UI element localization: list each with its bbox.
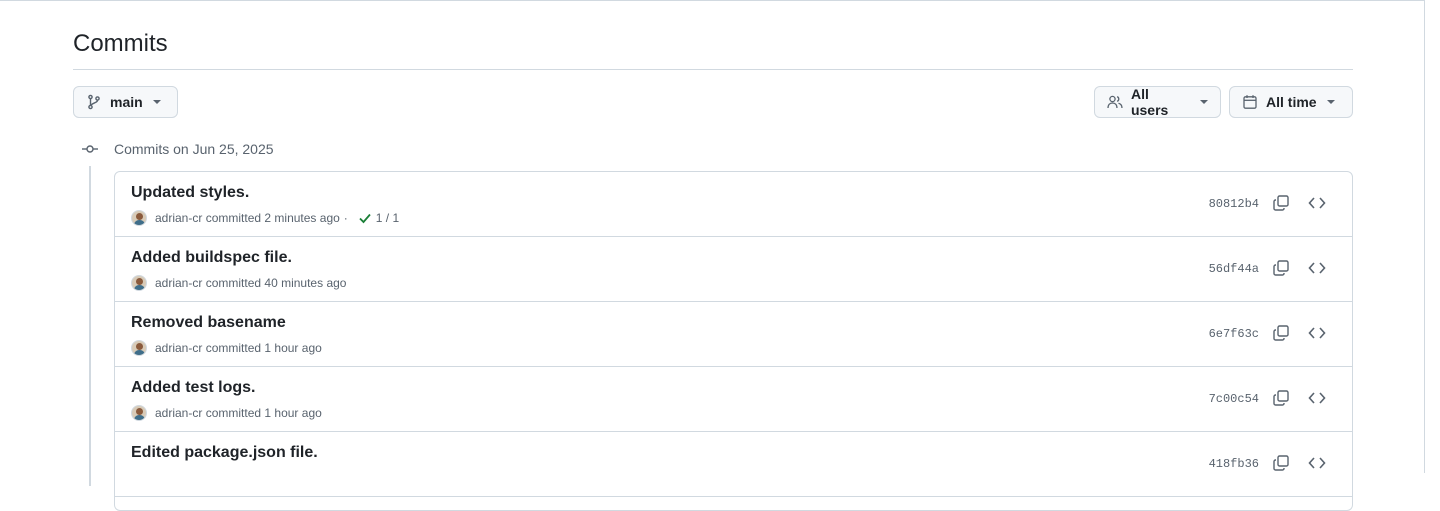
meta-separator: · <box>343 211 348 225</box>
commit-message[interactable]: Added buildspec file. <box>131 249 292 267</box>
commit-meta: adrian-cr committed 40 minutes ago <box>131 274 346 292</box>
commit-row[interactable]: Edited package.json file. 418fb36 <box>115 432 1352 497</box>
commit-sha[interactable]: 418fb36 <box>1209 457 1259 471</box>
commit-group-date: Commits on Jun 25, 2025 <box>114 141 274 157</box>
code-icon[interactable] <box>1308 194 1326 212</box>
commit-message[interactable]: Removed basename <box>131 314 286 332</box>
chevron-down-icon <box>1200 100 1208 104</box>
avatar[interactable] <box>131 405 147 421</box>
commit-row[interactable]: Added test logs. adrian-cr committed 1 h… <box>115 367 1352 432</box>
commit-time[interactable]: 1 hour ago <box>264 341 321 355</box>
users-filter-label: All users <box>1130 86 1169 118</box>
avatar[interactable] <box>131 210 147 226</box>
git-commit-icon <box>82 145 98 153</box>
avatar[interactable] <box>131 275 147 291</box>
commit-time[interactable]: 2 minutes ago <box>264 211 339 225</box>
code-icon[interactable] <box>1308 389 1326 407</box>
commit-meta: adrian-cr committed 1 hour ago <box>131 404 322 422</box>
commit-message[interactable]: Added test logs. <box>131 379 255 397</box>
title-divider <box>73 69 1353 70</box>
people-icon <box>1107 95 1123 109</box>
commit-author[interactable]: adrian-cr <box>155 406 202 420</box>
commit-author[interactable]: adrian-cr <box>155 276 202 290</box>
vertical-scrollbar[interactable] <box>1424 0 1440 473</box>
commit-message[interactable]: Updated styles. <box>131 184 249 202</box>
calendar-icon <box>1243 95 1257 109</box>
check-icon[interactable] <box>358 211 372 225</box>
avatar[interactable] <box>131 340 147 356</box>
users-filter-button[interactable]: All users <box>1094 86 1221 118</box>
timeline-line <box>89 166 91 486</box>
commit-list: Updated styles. adrian-cr committed 2 mi… <box>114 171 1353 511</box>
commit-sha[interactable]: 56df44a <box>1209 262 1259 276</box>
commit-sha[interactable]: 80812b4 <box>1209 197 1259 211</box>
chevron-down-icon <box>152 100 161 104</box>
copy-icon[interactable] <box>1272 324 1290 342</box>
commit-time[interactable]: 1 hour ago <box>264 406 321 420</box>
chevron-down-icon <box>1326 100 1335 104</box>
commit-meta: adrian-cr committed 1 hour ago <box>131 339 322 357</box>
code-icon[interactable] <box>1308 454 1326 472</box>
page-title: Commits <box>73 30 168 57</box>
commit-time[interactable]: 40 minutes ago <box>264 276 346 290</box>
copy-icon[interactable] <box>1272 454 1290 472</box>
commit-author[interactable]: adrian-cr <box>155 211 202 225</box>
copy-icon[interactable] <box>1272 194 1290 212</box>
git-branch-icon <box>88 94 100 110</box>
top-border <box>0 0 1424 1</box>
commit-row[interactable]: Updated styles. adrian-cr committed 2 mi… <box>115 172 1352 237</box>
copy-icon[interactable] <box>1272 389 1290 407</box>
commit-verb: committed <box>205 341 262 355</box>
commit-meta: adrian-cr committed 2 minutes ago · 1 / … <box>131 209 399 227</box>
commit-verb: committed <box>205 211 262 225</box>
copy-icon[interactable] <box>1272 259 1290 277</box>
code-icon[interactable] <box>1308 324 1326 342</box>
time-filter-label: All time <box>1266 94 1317 110</box>
commit-row[interactable]: Removed basename adrian-cr committed 1 h… <box>115 302 1352 367</box>
commit-verb: committed <box>205 406 262 420</box>
code-icon[interactable] <box>1308 259 1326 277</box>
commit-sha[interactable]: 7c00c54 <box>1209 392 1259 406</box>
commit-sha[interactable]: 6e7f63c <box>1209 327 1259 341</box>
commit-row[interactable]: Added buildspec file. adrian-cr committe… <box>115 237 1352 302</box>
checks-status[interactable]: 1 / 1 <box>376 211 399 225</box>
time-filter-button[interactable]: All time <box>1229 86 1353 118</box>
branch-selector-button[interactable]: main <box>73 86 178 118</box>
commit-author[interactable]: adrian-cr <box>155 341 202 355</box>
commit-verb: committed <box>205 276 262 290</box>
commit-message[interactable]: Edited package.json file. <box>131 444 318 462</box>
branch-label: main <box>110 94 143 110</box>
